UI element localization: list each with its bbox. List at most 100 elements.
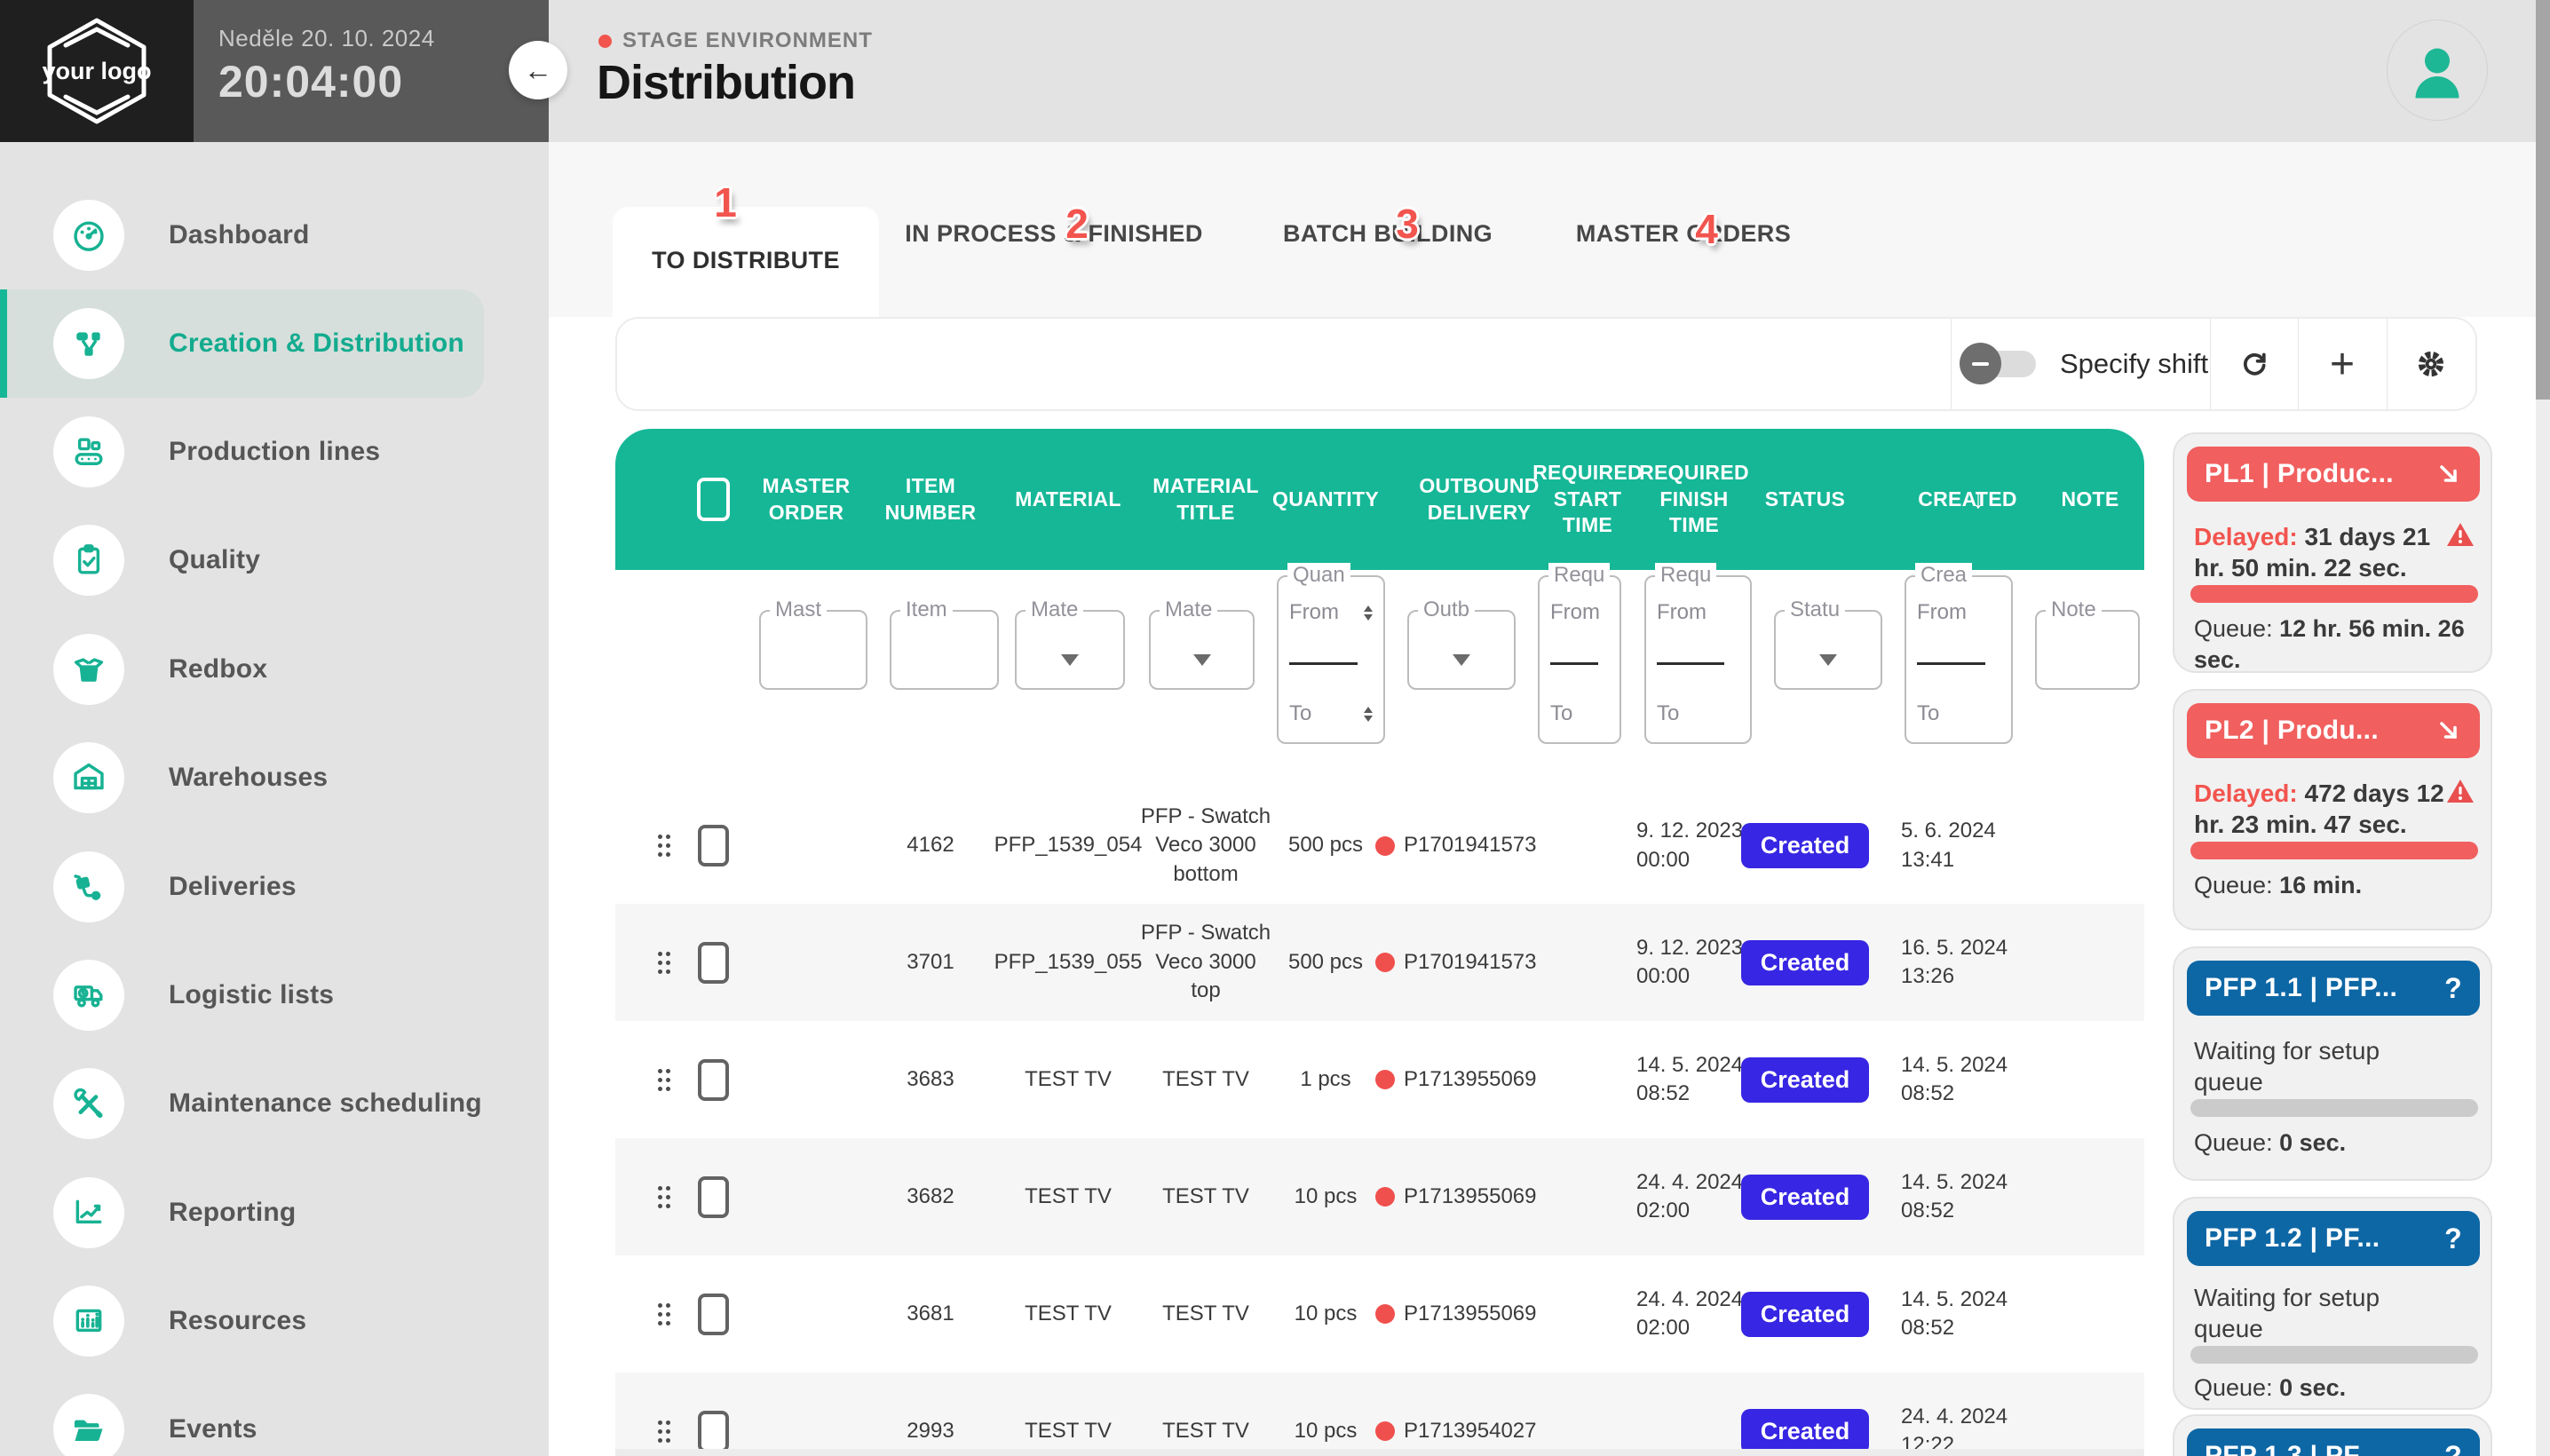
tab-batch-building[interactable]: BATCH BUILDING [1283,220,1493,248]
cell-note [2036,1138,2144,1255]
sidebar-item-events[interactable]: Events [0,1375,497,1456]
settings-button[interactable] [2388,319,2475,409]
number-spinner-icon[interactable] [1364,601,1373,625]
filter-to-label: To [1550,701,1572,726]
drag-handle-icon[interactable] [642,904,677,1021]
cell-outbound-delivery: P1701941573 [1404,787,1555,904]
filter-item-number[interactable]: Item [890,610,999,690]
open-box-icon [53,634,124,705]
environment-label: STAGE ENVIRONMENT [622,28,873,53]
cell-status: Created [1752,1138,1858,1255]
refresh-button[interactable] [2211,319,2298,409]
sidebar-item-logistic-lists[interactable]: Logistic lists [0,941,497,1049]
pfp-1-3-button[interactable]: PFP 1.3 | PF... ? [2187,1428,2480,1456]
arrow-down-right-icon [2435,461,2462,487]
drag-handle-icon[interactable] [642,1373,677,1449]
filter-material-select[interactable]: Mate [1015,610,1125,690]
drag-handle-icon[interactable] [642,787,677,904]
filter-note[interactable]: Note [2035,610,2140,690]
sidebar-item-redbox[interactable]: Redbox [0,615,497,724]
filter-to-label: To [1289,701,1311,726]
column-header-created[interactable]: CREATED [1901,429,2034,570]
sidebar-item-label: Resources [169,1306,306,1336]
filter-outbound-select[interactable]: Outb [1407,610,1516,690]
tab-master-orders[interactable]: MASTER ORDERS [1576,220,1791,248]
table-toolbar: Specify shift + [615,317,2477,411]
specify-shift-toggle[interactable] [1960,347,2039,381]
table-row[interactable]: 2993 TEST TV TEST TV 10 pcs P1713954027 … [615,1373,2144,1449]
row-checkbox[interactable] [698,942,729,984]
tab-in-process-finished[interactable]: IN PROCESS & FINISHED [905,220,1202,248]
sidebar-item-quality[interactable]: Quality [0,506,497,614]
column-header-item-number[interactable]: ITEM NUMBER [864,429,997,570]
table-row[interactable]: 3681 TEST TV TEST TV 10 pcs P1713955069 … [615,1255,2144,1373]
filter-from-label: From [1917,600,1967,625]
column-header-master-order[interactable]: MASTER ORDER [748,429,864,570]
table-row[interactable]: 4162 PFP_1539_054 PFP - Swatch Veco 3000… [615,787,2144,904]
row-checkbox[interactable] [698,1176,729,1218]
vertical-scrollbar-thumb[interactable] [2536,0,2550,400]
filter-required-start-range[interactable]: Requ From To [1538,575,1621,744]
select-all-checkbox[interactable] [697,478,730,521]
sidebar-item-dashboard[interactable]: Dashboard [0,181,497,289]
created-time: 08:52 [1901,1314,1954,1342]
sidebar-item-production-lines[interactable]: Production lines [0,398,497,506]
column-header-material-title[interactable]: MATERIAL TITLE [1139,429,1272,570]
collapse-sidebar-button[interactable]: ← [509,41,567,99]
filter-required-finish-range[interactable]: Requ From To [1644,575,1752,744]
user-avatar[interactable] [2387,20,2488,121]
filter-material-title-select[interactable]: Mate [1149,610,1255,690]
filter-created-range[interactable]: Crea From To [1905,575,2013,744]
cell-master-order [748,787,864,904]
annotation-marker-1: 1 [714,178,737,226]
drag-handle-icon[interactable] [642,1021,677,1138]
column-header-material[interactable]: MATERIAL [997,429,1139,570]
column-header-required-start-time[interactable]: REQUIRED START TIME [1539,429,1636,570]
row-checkbox[interactable] [698,1411,729,1450]
column-header-status[interactable]: STATUS [1752,429,1858,570]
sidebar-item-warehouses[interactable]: Warehouses [0,724,497,832]
sidebar-item-creation-distribution[interactable]: Creation & Distribution [0,289,484,398]
row-checkbox[interactable] [698,1059,729,1101]
status-badge: Created [1741,940,1870,985]
cell-status: Created [1752,1373,1858,1449]
row-checkbox[interactable] [698,1294,729,1335]
sidebar-item-reporting[interactable]: Reporting [0,1159,497,1267]
queue-progress-bar [2190,842,2478,859]
column-header-required-finish-time[interactable]: REQUIRED FINISH TIME [1636,429,1752,570]
person-icon [2406,39,2468,101]
table-row[interactable]: 3701 PFP_1539_055 PFP - Swatch Veco 3000… [615,904,2144,1021]
table-row[interactable]: 3682 TEST TV TEST TV 10 pcs P1713955069 … [615,1138,2144,1255]
column-header-quantity[interactable]: QUANTITY [1272,429,1379,570]
filter-label: Requ [1548,563,1610,588]
pl1-button[interactable]: PL1 | Produc... [2187,447,2480,502]
tab-label: TO DISTRIBUTE [652,247,840,274]
created-time: 12:22 [1901,1431,1954,1449]
pl2-button[interactable]: PL2 | Produ... [2187,703,2480,758]
number-spinner-icon[interactable] [1364,702,1373,726]
sidebar-item-deliveries[interactable]: Deliveries [0,833,497,941]
tab-to-distribute[interactable]: TO DISTRIBUTE [613,207,879,320]
filter-quantity-range[interactable]: Quan From To [1277,575,1385,744]
add-button[interactable]: + [2299,319,2386,409]
created-date: 14. 5. 2024 [1901,1286,2008,1314]
chevron-down-icon [1819,654,1837,675]
column-header-note[interactable]: NOTE [2036,429,2144,570]
datetime-panel: Neděle 20. 10. 2024 20:04:00 [194,0,549,142]
sidebar-item-resources[interactable]: Resources [0,1267,497,1375]
sidebar-item-maintenance-scheduling[interactable]: Maintenance scheduling [0,1049,497,1158]
filter-master-order[interactable]: Mast [759,610,867,690]
pfp-1-1-button[interactable]: PFP 1.1 | PFP... ? [2187,961,2480,1016]
filter-label: Crea [1915,563,1972,588]
sidebar-item-label: Quality [169,545,260,575]
drag-handle-icon[interactable] [642,1138,677,1255]
sort-descending-icon[interactable]: ↓ [1972,429,1984,570]
drag-handle-icon[interactable] [642,1255,677,1373]
pfp-1-2-button[interactable]: PFP 1.2 | PF... ? [2187,1211,2480,1266]
filter-status-select[interactable]: Statu [1774,610,1882,690]
queue-label: Queue: [2194,872,2273,898]
table-row[interactable]: 3683 TEST TV TEST TV 1 pcs P1713955069 1… [615,1021,2144,1138]
row-checkbox[interactable] [698,825,729,866]
specify-shift-label: Specify shift [2060,319,2208,409]
cell-item-number: 4162 [864,787,997,904]
